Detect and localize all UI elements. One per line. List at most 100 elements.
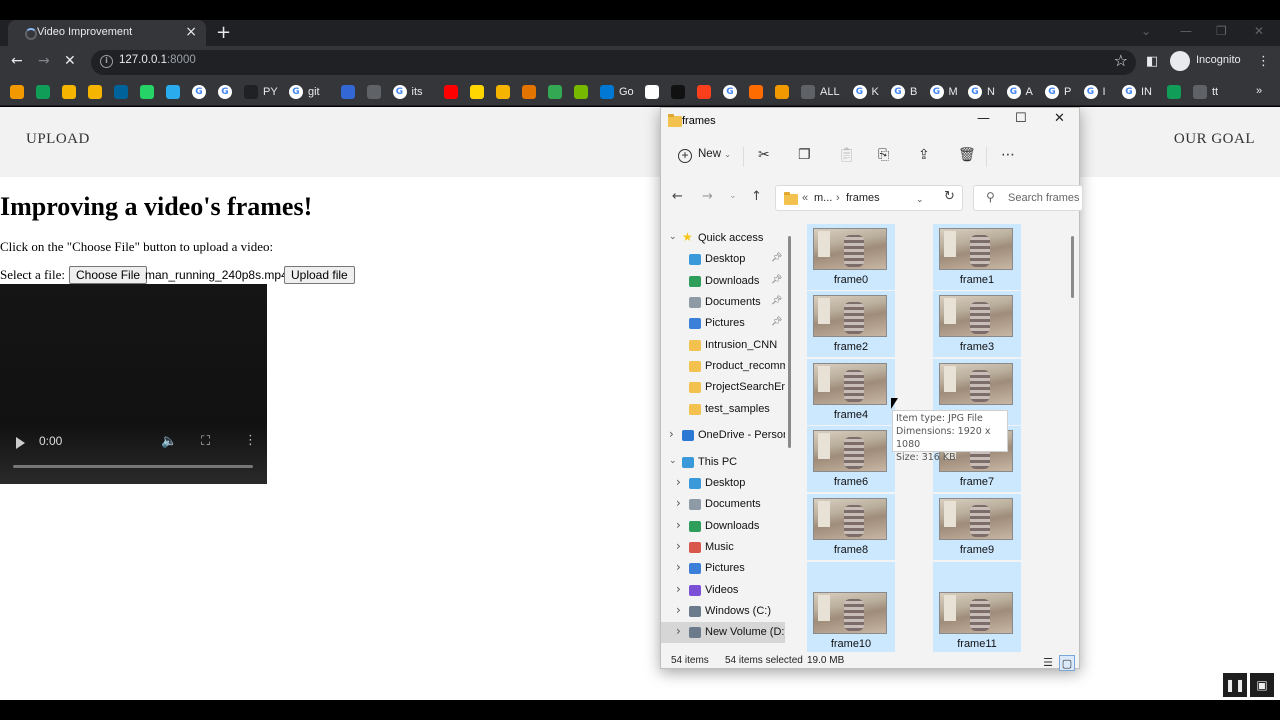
bookmark-30[interactable]: GM — [929, 84, 958, 100]
nav-item-pictures[interactable]: › Pictures — [661, 558, 785, 579]
nav-item-intrusion-cnn[interactable]: Intrusion_CNN — [661, 335, 785, 356]
nav-item-documents[interactable]: Documents 📌︎ — [661, 292, 785, 313]
file-item[interactable]: frame10 — [807, 562, 895, 652]
nav-item-projectsearcheng[interactable]: ProjectSearchEng — [661, 377, 785, 398]
nav-item-this-pc[interactable]: ⌄ This PC — [661, 452, 785, 473]
file-item[interactable]: frame3 — [933, 291, 1021, 357]
path-dropdown-icon[interactable]: ⌄ — [916, 194, 924, 205]
bookmark-15[interactable] — [470, 84, 484, 100]
bookmark-0[interactable] — [10, 84, 24, 100]
bookmark-16[interactable] — [496, 84, 510, 100]
nav-item-videos[interactable]: › Videos — [661, 580, 785, 601]
nav-item-test-samples[interactable]: test_samples — [661, 399, 785, 420]
bookmark-21[interactable] — [645, 84, 659, 100]
rename-icon[interactable]: ⎘ — [878, 147, 889, 163]
nav-scrollbar[interactable] — [788, 236, 791, 448]
nav-item-documents[interactable]: › Documents — [661, 494, 785, 515]
more-options-icon[interactable]: ⋮ — [244, 433, 257, 448]
volume-icon[interactable]: 🔈 — [161, 434, 177, 449]
chevron-right-icon[interactable]: › — [676, 539, 681, 553]
bookmark-37[interactable]: tt — [1193, 84, 1218, 100]
nav-item-desktop[interactable]: › Desktop — [661, 473, 785, 494]
file-item[interactable]: frame9 — [933, 494, 1021, 560]
bookmark-19[interactable] — [574, 84, 588, 100]
pause-icon[interactable]: ❚❚ — [1223, 673, 1247, 697]
bookmark-31[interactable]: GN — [968, 84, 995, 100]
bookmark-23[interactable] — [697, 84, 711, 100]
tab-video-improvement[interactable]: Video Improvement × — [8, 20, 206, 47]
site-info-icon[interactable]: i — [100, 55, 113, 68]
delete-icon[interactable]: 🗑︎ — [958, 147, 976, 163]
video-progress-bar[interactable] — [13, 465, 253, 468]
nav-item-downloads[interactable]: › Downloads — [661, 516, 785, 537]
up-folder-button[interactable]: ↑ — [751, 189, 762, 204]
paste-icon[interactable]: 📋︎ — [838, 147, 856, 163]
nav-item-windows-c-[interactable]: › Windows (C:) — [661, 601, 785, 622]
bookmark-9[interactable]: PY — [244, 84, 278, 100]
nav-item-new-volume-d-[interactable]: › New Volume (D:) — [661, 622, 785, 644]
bookmark-7[interactable]: G — [192, 84, 206, 100]
path-segment-parent[interactable]: m... — [814, 192, 832, 204]
bookmark-27[interactable]: ALL — [801, 84, 840, 100]
upload-file-button[interactable]: Upload file — [284, 266, 355, 284]
address-bar[interactable]: i 127.0.0.1:8000 ☆ — [91, 50, 1136, 75]
bookmark-4[interactable] — [114, 84, 128, 100]
nav-item-onedrive-persona[interactable]: › OneDrive - Persona — [661, 425, 785, 446]
bookmark-8[interactable]: G — [218, 84, 232, 100]
chevron-right-icon[interactable]: › — [676, 475, 681, 489]
large-icons-view-icon[interactable]: ▢ — [1059, 655, 1075, 671]
file-item[interactable]: frame6 — [807, 426, 895, 492]
chevron-right-icon[interactable]: › — [676, 518, 681, 532]
bookmark-14[interactable] — [444, 84, 458, 100]
bookmark-33[interactable]: GP — [1045, 84, 1071, 100]
bookmark-20[interactable]: Go — [600, 84, 634, 100]
file-item[interactable]: frame0 — [807, 224, 895, 290]
share-icon[interactable]: ⇪ — [918, 147, 930, 163]
nav-our-goal-link[interactable]: OUR GOAL — [1174, 131, 1255, 148]
bookmark-32[interactable]: GA — [1006, 84, 1033, 100]
bookmark-10[interactable]: Ggit — [289, 84, 320, 100]
file-item[interactable]: frame2 — [807, 291, 895, 357]
explorer-title-bar[interactable]: frames — ☐ ✕ — [661, 108, 1079, 136]
forward-button[interactable]: → — [38, 53, 50, 69]
bookmark-28[interactable]: GK — [852, 84, 879, 100]
search-box[interactable]: ⚲ Search frames — [973, 185, 1083, 211]
bookmark-2[interactable] — [62, 84, 76, 100]
picture-in-picture-icon[interactable]: ▣ — [1250, 673, 1274, 697]
bookmark-3[interactable] — [88, 84, 102, 100]
bookmark-35[interactable]: G IN — [1122, 84, 1152, 100]
bookmark-18[interactable] — [548, 84, 562, 100]
back-button[interactable]: ← — [11, 53, 23, 69]
chevron-down-icon[interactable]: ⌄ — [669, 456, 677, 466]
copy-icon[interactable]: ❐ — [798, 147, 811, 163]
chevron-right-icon[interactable]: › — [676, 624, 681, 638]
path-bar[interactable]: « m... › frames ⌄ — [775, 185, 963, 211]
bookmark-29[interactable]: GB — [891, 84, 917, 100]
minimize-window-button[interactable]: — — [1180, 24, 1192, 38]
video-player[interactable]: 0:00 🔈 ⛶ ⋮ — [0, 284, 267, 484]
nav-item-desktop[interactable]: Desktop 📌︎ — [661, 249, 785, 270]
bookmark-34[interactable]: GI — [1083, 84, 1106, 100]
chevron-right-icon[interactable]: › — [676, 560, 681, 574]
maximize-window-button[interactable]: ❐ — [1216, 24, 1227, 38]
nav-item-quick-access[interactable]: ⌄ ★ Quick access — [661, 228, 785, 249]
tab-search-icon[interactable]: ⌄ — [1141, 24, 1151, 38]
bookmark-5[interactable] — [140, 84, 154, 100]
menu-kebab-icon[interactable]: ⋮ — [1257, 54, 1270, 69]
file-item[interactable]: frame11 — [933, 562, 1021, 652]
path-segment-current[interactable]: frames — [846, 192, 880, 204]
bookmark-star-icon[interactable]: ☆ — [1114, 51, 1128, 70]
nav-upload-link[interactable]: UPLOAD — [26, 131, 90, 148]
explorer-minimize-button[interactable]: — — [977, 111, 990, 126]
fullscreen-icon[interactable]: ⛶ — [201, 434, 210, 449]
close-tab-icon[interactable]: × — [185, 24, 197, 40]
file-item[interactable]: frame8 — [807, 494, 895, 560]
bookmark-11[interactable] — [340, 84, 355, 100]
chevron-right-icon[interactable]: › — [676, 496, 681, 510]
side-panel-icon[interactable]: ◧ — [1146, 54, 1158, 69]
bookmark-24[interactable]: G — [723, 84, 737, 100]
file-item[interactable]: frame4 — [807, 359, 895, 425]
nav-item-music[interactable]: › Music — [661, 537, 785, 558]
details-view-icon[interactable]: ☰ — [1040, 655, 1056, 671]
chevron-right-icon[interactable]: › — [676, 603, 681, 617]
